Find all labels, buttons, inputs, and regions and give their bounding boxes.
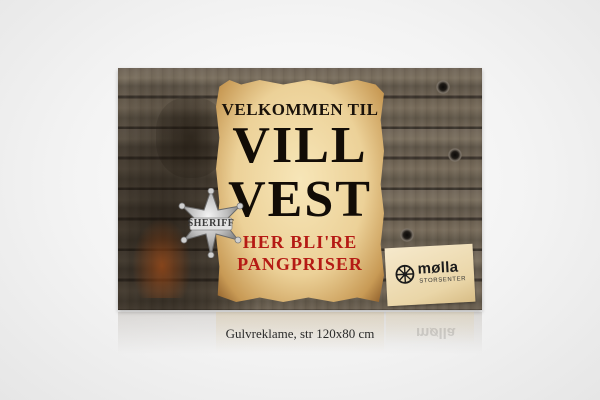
- logo-subtitle: STORSENTER: [419, 276, 467, 285]
- badge-label: SHERIFF: [187, 218, 235, 229]
- caption: Gulvreklame, str 120x80 cm: [225, 326, 375, 341]
- logo-note: mølla STORSENTER: [384, 243, 476, 307]
- cowboy-head: [156, 98, 226, 178]
- floor-poster: VELKOMMEN TIL VILL VEST HER BLI'RE PANGP…: [118, 68, 482, 310]
- bullet-hole-icon: [448, 148, 462, 162]
- wagon-wheel-icon: [395, 264, 415, 284]
- bullet-hole-icon: [436, 80, 450, 94]
- logo-name: mølla: [417, 258, 459, 278]
- headline-vill: VILL: [232, 117, 368, 174]
- bullet-hole-icon: [400, 228, 414, 242]
- sheriff-badge: SHERIFF: [176, 187, 246, 259]
- poster-reflection: mølla: [118, 312, 482, 372]
